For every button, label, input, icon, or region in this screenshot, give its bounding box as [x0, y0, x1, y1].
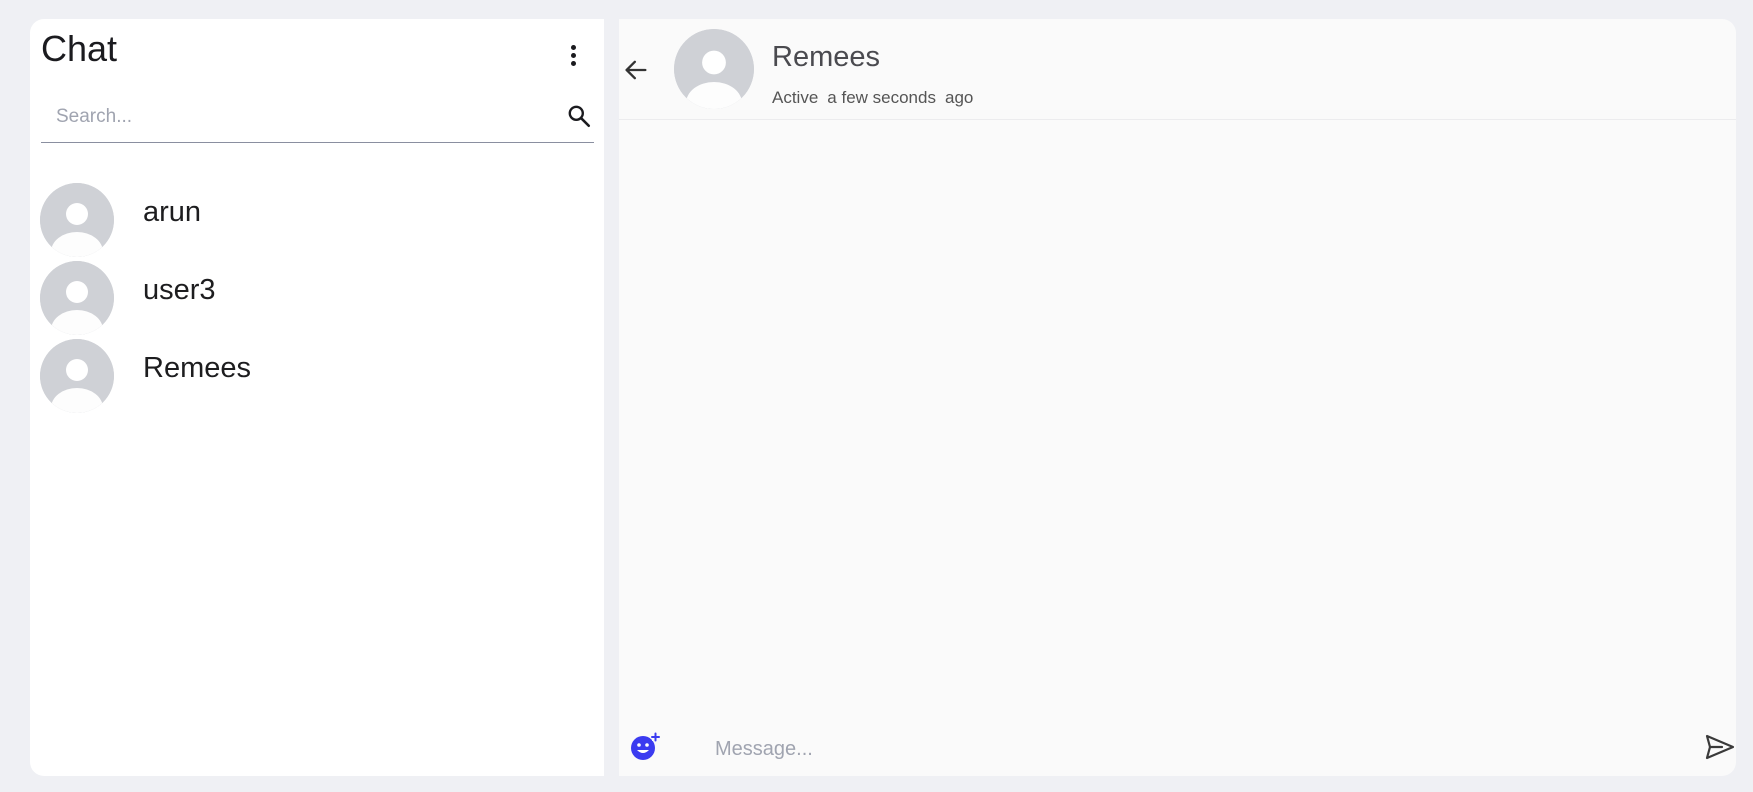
- status-time: a few seconds: [827, 88, 936, 107]
- send-icon[interactable]: [1705, 733, 1735, 761]
- contact-list: arun user3 Remees: [40, 182, 594, 416]
- search-box: [41, 97, 594, 143]
- contact-item-remees[interactable]: Remees: [40, 338, 594, 416]
- sidebar-title: Chat: [41, 28, 118, 69]
- panel-divider: [604, 19, 619, 776]
- avatar-icon: [40, 339, 114, 413]
- search-icon[interactable]: [566, 103, 592, 129]
- chat-app: Chat arun: [30, 19, 1736, 776]
- contact-item-user3[interactable]: user3: [40, 260, 594, 338]
- emoji-add-icon[interactable]: [630, 732, 660, 762]
- messages-area: [619, 120, 1736, 710]
- chat-contact-name: Remees: [772, 41, 880, 73]
- search-input[interactable]: [41, 97, 551, 137]
- contact-name: user3: [143, 274, 216, 306]
- contact-item-arun[interactable]: arun: [40, 182, 594, 260]
- chat-header: Remees Active a few seconds ago: [619, 19, 1736, 120]
- chat-panel: Remees Active a few seconds ago: [619, 19, 1736, 776]
- arrow-left-icon[interactable]: [622, 56, 650, 84]
- chat-status: Active a few seconds ago: [772, 88, 973, 108]
- avatar-icon: [40, 261, 114, 335]
- contact-name: Remees: [143, 352, 251, 384]
- message-composer: [619, 727, 1736, 771]
- avatar-icon: [40, 183, 114, 257]
- contact-name: arun: [143, 196, 202, 228]
- message-input[interactable]: [715, 731, 1655, 767]
- chat-avatar-icon[interactable]: [674, 29, 754, 109]
- status-state: Active: [772, 88, 819, 107]
- more-options-icon[interactable]: [566, 41, 580, 69]
- status-suffix: ago: [944, 88, 974, 107]
- sidebar: Chat arun: [30, 19, 604, 776]
